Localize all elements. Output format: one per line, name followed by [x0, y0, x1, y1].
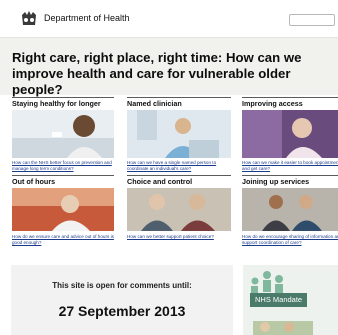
section-photo-improving-access[interactable] — [242, 110, 338, 158]
section-caption[interactable]: How can we have a single named person to… — [127, 160, 231, 171]
site-header: Department of Health — [0, 0, 338, 38]
search-input[interactable] — [289, 14, 335, 26]
section-caption[interactable]: How do we ensure care and advice out of … — [12, 234, 116, 245]
section-photo-staying-healthy[interactable] — [12, 110, 114, 158]
section-title[interactable]: Improving access — [242, 99, 303, 108]
section-divider — [12, 97, 114, 98]
section-divider — [127, 175, 231, 176]
department-name[interactable]: Department of Health — [44, 13, 130, 23]
section-divider — [242, 175, 338, 176]
section-title[interactable]: Joining up services — [242, 177, 309, 186]
section-caption[interactable]: How can we better support patient choice… — [127, 234, 231, 240]
section-divider — [242, 97, 338, 98]
nhs-mandate-link[interactable]: NHS Mandate — [250, 293, 308, 307]
section-photo-named-clinician[interactable] — [127, 110, 231, 158]
section-photo-out-of-hours[interactable] — [12, 188, 114, 231]
section-title[interactable]: Staying healthy for longer — [12, 99, 101, 108]
section-divider — [12, 175, 114, 176]
section-divider — [127, 97, 231, 98]
consultation-closing-date: 27 September 2013 — [58, 303, 186, 319]
royal-crest-icon[interactable] — [20, 11, 38, 27]
section-title[interactable]: Choice and control — [127, 177, 192, 186]
consultation-panel — [11, 265, 233, 335]
page-title: Right care, right place, right time: How… — [12, 50, 302, 97]
section-title[interactable]: Named clinician — [127, 99, 182, 108]
section-caption[interactable]: How can the NHS better focus on preventi… — [12, 160, 116, 171]
consultation-open-text: This site is open for comments until: — [52, 281, 192, 290]
section-photo-choice-control[interactable] — [127, 188, 231, 231]
section-caption[interactable]: How can we make it easier to book appoin… — [242, 160, 338, 171]
section-title[interactable]: Out of hours — [12, 177, 55, 186]
section-photo-joining-services[interactable] — [242, 188, 338, 231]
section-caption[interactable]: How do we encourage sharing of informati… — [242, 234, 338, 245]
